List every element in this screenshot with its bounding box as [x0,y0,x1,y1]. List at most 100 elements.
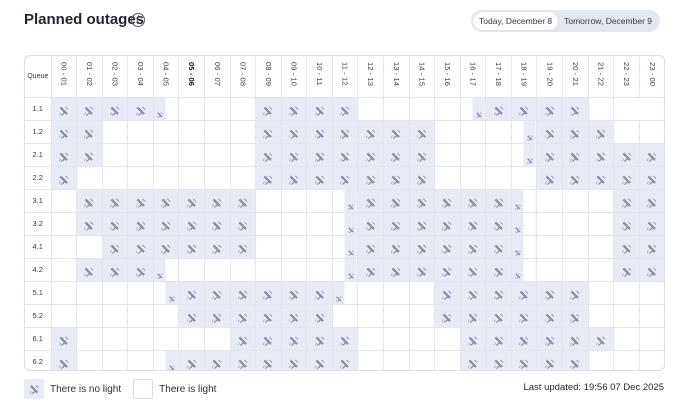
outage-cell [638,188,664,213]
no-power-icon [29,385,39,395]
light-cell [127,142,154,167]
tab-today[interactable]: Today, December 8 [473,12,559,30]
light-cell [178,326,205,351]
no-power-icon [156,266,163,279]
no-power-icon [468,287,479,300]
outage-cell [331,326,359,351]
light-cell [536,257,564,282]
light-cell [357,303,385,328]
outage-cell [536,142,564,167]
no-power-icon [288,310,299,323]
outage-cell [127,234,154,259]
light-cell [638,119,664,144]
light-cell [613,96,640,121]
no-power-icon [493,264,504,277]
queue-label: 5.2 [25,303,52,328]
outage-cell [50,96,78,121]
hour-label: 17 - 18 [494,61,504,86]
outage-cell [536,165,564,190]
light-cell [229,257,257,282]
no-power-icon [314,149,325,162]
outage-cell [408,211,436,236]
outage-cell [408,188,436,213]
light-cell [203,165,231,190]
outage-cell [459,303,487,328]
no-power-icon [570,149,581,162]
light-cell [383,303,410,328]
light-cell [562,234,589,259]
no-power-icon [365,195,376,208]
no-power-icon [135,241,146,254]
no-power-icon [186,218,197,231]
light-cell [562,257,589,282]
no-power-icon [365,264,376,277]
light-cell [229,119,257,144]
no-power-icon [595,333,606,346]
no-power-icon [84,264,95,277]
light-cell [638,303,664,328]
no-power-icon [186,356,197,369]
light-cell [203,142,231,167]
no-power-icon [186,310,197,323]
light-cell [408,303,436,328]
hour-label: 05 - 06 [187,61,197,86]
outage-cell [510,96,538,121]
no-power-icon [135,218,146,231]
info-icon[interactable]: i [131,13,145,27]
queue-label: 6.2 [25,349,52,370]
no-power-icon [212,356,223,369]
outage-cell [280,280,308,305]
no-power-icon [161,241,172,254]
tab-tomorrow[interactable]: Tomorrow, December 9 [558,12,658,30]
no-power-icon [515,220,522,233]
no-power-icon [340,126,351,139]
no-power-icon [391,172,402,185]
outage-cell [383,188,410,213]
no-power-icon [519,103,530,116]
outage-cell [306,326,333,351]
no-power-icon [58,103,69,116]
queue-row: 3.1 [25,188,664,213]
no-power-icon [493,103,504,116]
no-power-icon [109,264,120,277]
no-power-icon [647,195,658,208]
outage-cell [203,234,231,259]
light-cell [255,188,282,213]
queue-column-header: Queue [25,56,52,98]
no-power-icon [515,243,522,256]
outage-cell [638,257,664,282]
light-cell [101,165,129,190]
no-power-icon [468,310,479,323]
outage-cell [434,188,461,213]
hour-label: 23 - 00 [647,61,657,86]
outage-cell [331,211,359,236]
no-power-icon [468,333,479,346]
hour-label: 22 - 23 [622,61,631,86]
light-cell [613,119,640,144]
outage-cell [562,96,589,121]
no-power-icon [442,241,453,254]
no-power-icon [442,287,453,300]
no-power-icon [84,195,95,208]
outage-cell [152,257,180,282]
no-power-icon [169,289,176,302]
light-cell [613,326,640,351]
no-power-icon [348,220,355,233]
outage-cell [383,257,410,282]
outage-cell [255,119,282,144]
hour-label: 15 - 16 [442,61,452,86]
hour-header: 21 - 22 [587,56,615,98]
no-power-icon [84,103,95,116]
hour-header: 06 - 07 [203,56,231,98]
outage-cell [255,96,282,121]
hour-header: 14 - 15 [408,56,436,98]
outage-cell [434,257,461,282]
light-cell [50,234,78,259]
hour-label: 21 - 22 [596,61,606,86]
queue-label: 6.1 [25,326,52,351]
outage-cell [331,257,359,282]
light-cell [152,119,180,144]
light-cell [76,326,103,351]
outage-cell [434,303,461,328]
light-cell [434,119,461,144]
